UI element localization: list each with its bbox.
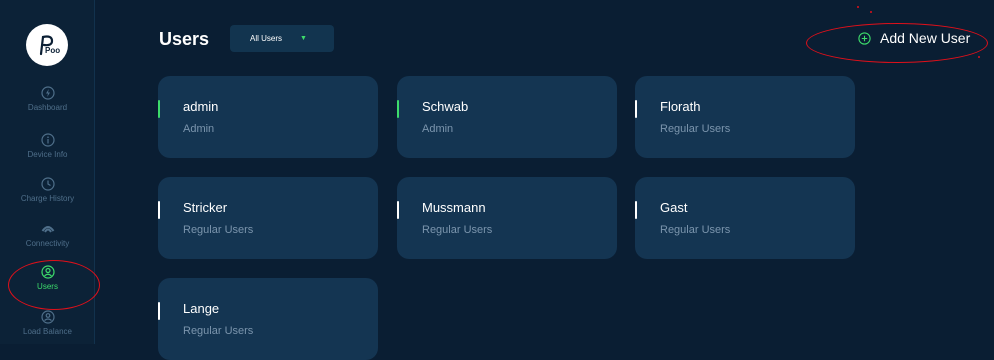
logo-text: Poo — [45, 46, 60, 55]
info-icon — [40, 133, 55, 147]
card-indicator — [397, 201, 399, 219]
sidebar-item-dashboard[interactable]: Dashboard — [0, 86, 95, 112]
card-indicator — [397, 100, 399, 118]
user-role: Regular Users — [422, 224, 493, 236]
user-role: Regular Users — [183, 325, 254, 337]
user-card[interactable]: admin Admin — [158, 76, 378, 158]
brand-logo[interactable]: Poo — [26, 24, 68, 66]
plus-circle-icon — [858, 31, 871, 45]
user-name: Mussmann — [422, 200, 486, 215]
annotation-dot — [870, 11, 872, 13]
user-role: Admin — [183, 123, 215, 135]
card-indicator — [635, 201, 637, 219]
user-card[interactable]: Florath Regular Users — [635, 76, 855, 158]
page-title: Users — [159, 29, 210, 49]
user-name: Stricker — [183, 200, 228, 215]
add-new-user-button[interactable]: Add New User — [858, 30, 970, 46]
sidebar-item-label: Dashboard — [27, 103, 68, 112]
sidebar-item-label: Device Info — [27, 150, 68, 159]
annotation-dot — [857, 6, 859, 8]
sidebar-item-label: Charge History — [20, 194, 75, 203]
user-filter-dropdown[interactable]: All Users ▼ — [230, 25, 334, 52]
card-indicator — [635, 100, 637, 118]
user-card[interactable]: Mussmann Regular Users — [397, 177, 617, 259]
sidebar-item-label: Load Balance — [23, 327, 72, 336]
user-name: Florath — [660, 99, 701, 114]
sidebar-item-load-balance[interactable]: Load Balance — [0, 310, 95, 336]
sidebar-item-label: Users — [37, 282, 58, 291]
wifi-icon — [41, 226, 54, 233]
user-name: Gast — [660, 200, 688, 215]
card-indicator — [158, 100, 160, 118]
sidebar-item-charge-history[interactable]: Charge History — [0, 177, 95, 203]
sidebar: Poo Dashboard Device Info Charge History… — [0, 0, 95, 344]
user-icon — [40, 265, 55, 279]
clock-icon — [40, 177, 55, 191]
user-role: Regular Users — [660, 123, 731, 135]
card-indicator — [158, 201, 160, 219]
user-card[interactable]: Gast Regular Users — [635, 177, 855, 259]
user-role: Admin — [422, 123, 454, 135]
add-new-user-label: Add New User — [880, 30, 971, 46]
user-name: Schwab — [422, 99, 469, 114]
caret-down-icon: ▼ — [300, 35, 307, 42]
user-name: admin — [183, 99, 219, 114]
sidebar-item-label: Connectivity — [25, 239, 70, 248]
user-card[interactable]: Stricker Regular Users — [158, 177, 378, 259]
sidebar-item-connectivity[interactable]: Connectivity — [0, 222, 95, 248]
annotation-dot — [978, 56, 980, 58]
sidebar-item-device-info[interactable]: Device Info — [0, 133, 95, 159]
user-role: Regular Users — [183, 224, 254, 236]
card-indicator — [158, 302, 160, 320]
user-card[interactable]: Schwab Admin — [397, 76, 617, 158]
user-role: Regular Users — [660, 224, 731, 236]
logo-icon: Poo — [39, 35, 60, 56]
sidebar-item-users[interactable]: Users — [0, 265, 95, 291]
user-card[interactable]: Lange Regular Users — [158, 278, 378, 360]
user-name: Lange — [183, 301, 220, 316]
balance-icon — [40, 310, 55, 324]
filter-selected-value: All Users — [250, 34, 283, 43]
bolt-icon — [40, 86, 55, 100]
